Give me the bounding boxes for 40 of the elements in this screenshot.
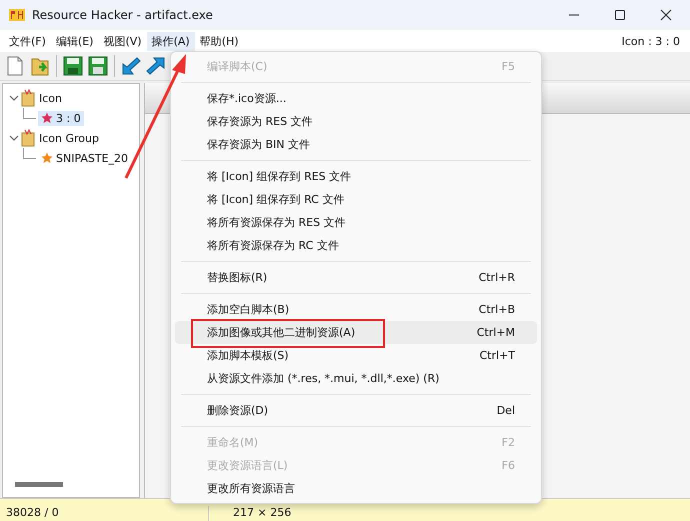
menu-item[interactable]: 帮助(H) [194, 32, 244, 50]
expand-caret-icon[interactable] [9, 133, 19, 143]
menu-item[interactable]: 添加空白脚本(B) Ctrl+B [175, 298, 537, 321]
menu-item[interactable]: 替换图标(R) Ctrl+R [175, 266, 537, 289]
expand-caret-icon[interactable] [9, 93, 19, 103]
menu-item[interactable]: 删除资源(D) Del [175, 399, 537, 422]
menu-item[interactable]: 保存资源为 RES 文件 [175, 110, 537, 133]
tree-item[interactable]: Icon [37, 90, 64, 106]
selection-label: Icon : 3 : 0 [622, 34, 680, 48]
maximize-icon[interactable] [614, 9, 626, 21]
menu-item[interactable]: 操作(A) [146, 32, 195, 50]
menu-item[interactable]: 添加脚本模板(S) Ctrl+T [175, 344, 537, 367]
menu-item[interactable]: 文件(F) [4, 32, 51, 50]
arrow-icon[interactable] [120, 55, 142, 77]
menu-item[interactable]: 更改所有资源语言 [175, 477, 537, 500]
status-text: 38028 / 0 [0, 506, 209, 521]
menu-item[interactable]: 将 [Icon] 组保存到 RC 文件 [175, 188, 537, 211]
app-logo-icon [8, 7, 26, 23]
menu-item[interactable]: 从资源文件添加 (*.res, *.mui, *.dll,*.exe) (R) [175, 367, 537, 390]
close-icon[interactable] [660, 9, 672, 21]
tree-item[interactable]: SNIPASTE_20 [38, 150, 132, 166]
menu-item[interactable]: 保存*.ico资源... [175, 87, 537, 110]
status-text: 217 × 256 [232, 506, 292, 521]
menu-item[interactable]: 将所有资源保存为 RES 文件 [175, 211, 537, 234]
menu-item[interactable]: 编辑(E) [50, 32, 98, 50]
save-icon[interactable] [62, 55, 84, 77]
arrow-icon[interactable] [145, 55, 167, 77]
star-icon [41, 152, 53, 164]
star-icon [41, 112, 53, 124]
folder-icon [21, 89, 35, 107]
tree-item[interactable]: Icon Group [37, 130, 101, 146]
folder-icon [21, 129, 35, 147]
save-as-icon[interactable] [87, 55, 109, 77]
menu-item[interactable]: 将 [Icon] 组保存到 RES 文件 [175, 165, 537, 188]
menu-item[interactable]: 将所有资源保存为 RC 文件 [175, 234, 537, 257]
scrollbar-thumb[interactable] [15, 482, 63, 487]
menu-item[interactable]: 保存资源为 BIN 文件 [175, 133, 537, 156]
menu-item[interactable]: 视图(V) [98, 32, 147, 50]
window-title: Resource Hacker - artifact.exe [32, 8, 214, 22]
tree-item[interactable]: 3 : 0 [38, 110, 84, 126]
